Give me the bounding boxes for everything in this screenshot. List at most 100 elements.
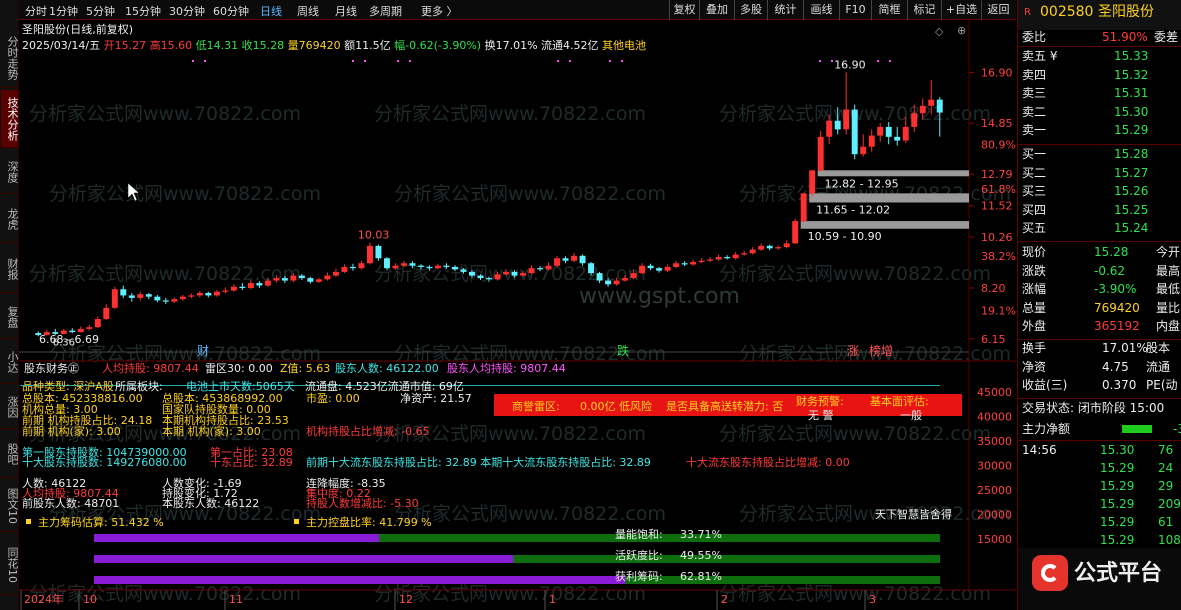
- period-tab-5[interactable]: 60分钟: [213, 3, 249, 19]
- candle-body: [936, 99, 943, 113]
- candle-body: [715, 257, 722, 260]
- tick-price: 15.29: [1100, 515, 1135, 529]
- indicator-text: 商誉雷区:: [512, 400, 560, 413]
- candle-body: [120, 289, 127, 296]
- indicator-text: 主力控盘比率: 41.799 %: [306, 516, 432, 529]
- toolbar-btn-3[interactable]: 统计: [767, 0, 803, 20]
- period-tab-7[interactable]: 周线: [297, 3, 319, 19]
- gap-band: [809, 193, 969, 203]
- sidebar-tab-2[interactable]: 深度: [1, 150, 19, 194]
- sidebar-tab-5[interactable]: 复盘: [1, 295, 19, 339]
- sidebar-tab-6[interactable]: 小达: [1, 340, 19, 384]
- stock-title: 圣阳股份(日线,前复权): [22, 23, 134, 36]
- toolbar-btn-8[interactable]: +自选: [941, 0, 981, 20]
- candle-body: [800, 193, 807, 222]
- bar-value: 33.71%: [680, 528, 722, 541]
- divider: [1018, 144, 1181, 145]
- watermark-text: 分析家公式网www.70822.com: [374, 583, 646, 605]
- period-tab-8[interactable]: 月线: [335, 3, 357, 19]
- event-marker: 榜增: [869, 343, 893, 358]
- quote-panel: R 002580 圣阳股份 委比 51.90% 委差 卖五 ¥ 15.33 卖四 15.32 卖三 1…: [1017, 0, 1181, 610]
- period-tab-0[interactable]: 分时: [25, 3, 47, 19]
- candle-body: [520, 273, 526, 276]
- candle-body: [511, 271, 518, 276]
- period-tab-10[interactable]: 更多 〉: [421, 3, 458, 19]
- toolbar-btn-0[interactable]: 复权: [669, 0, 699, 20]
- sidebar-tab-0[interactable]: 分时走势: [1, 28, 19, 88]
- sidebar-tab-4[interactable]: 财报: [1, 245, 19, 293]
- wb-value: 51.90%: [1102, 30, 1148, 44]
- period-tab-4[interactable]: 30分钟: [169, 3, 205, 19]
- candle-body: [103, 307, 110, 319]
- ask-price: 15.29: [1114, 123, 1149, 137]
- sidebar-tab-3[interactable]: 龙虎: [1, 195, 19, 243]
- candle-body: [605, 280, 612, 285]
- wc-label: 委差: [1154, 30, 1179, 44]
- stat-value: -3.90%: [1094, 282, 1137, 296]
- candle-body: [766, 245, 773, 249]
- candle-body: [196, 292, 203, 296]
- sidebar-tab-label: 深度: [6, 160, 19, 183]
- watermark-text: 分析家公式网www.70822.com: [29, 583, 301, 605]
- sidebar-tab-10[interactable]: 同花10: [1, 535, 19, 595]
- indicator-text: 前股东人数: 48701: [22, 497, 120, 510]
- bid-label: 买二: [1022, 165, 1047, 180]
- toolbar-btn-1[interactable]: 叠加: [699, 0, 734, 20]
- candle-body: [656, 268, 663, 271]
- chart-area[interactable]: 分析家公式网www.70822.com 分析家公式网www.70822.com 分析…: [19, 20, 1016, 610]
- toolbar-btn-9[interactable]: 返回: [981, 0, 1015, 20]
- candle-body: [809, 170, 816, 194]
- sidebar-tab-label: 财报: [6, 257, 19, 280]
- sidebar-tab-1[interactable]: 技术分析: [1, 90, 19, 148]
- indicator-text: Z值: 5.63: [280, 362, 331, 375]
- toolbar-btn-2[interactable]: 多股: [734, 0, 767, 20]
- sidebar-tab-9[interactable]: 图文10: [1, 480, 19, 532]
- period-toolbar: 分时 1分钟 5分钟 15分钟 30分钟 60分钟 日线 周线 月线 多周期 更多 〉 复权 叠加 多股统…: [19, 0, 1016, 20]
- candle-body: [749, 249, 756, 254]
- toolbar-btn-7[interactable]: 标记: [907, 0, 941, 20]
- indicator-text: 人均持股: 9807.44: [102, 362, 199, 375]
- chart-zoom-icon[interactable]: ⊕: [957, 24, 966, 37]
- stat-label: 净资: [1022, 359, 1047, 374]
- stat-label-right: 量比: [1156, 300, 1181, 315]
- lower-axis-label: 35000: [977, 435, 1012, 448]
- r-badge: R: [1024, 7, 1031, 18]
- watermark-text: 分析家公式网www.70822.com: [374, 103, 646, 125]
- candle-body: [145, 294, 152, 297]
- netflow-bar: [1122, 425, 1152, 433]
- period-tab-1[interactable]: 1分钟: [49, 3, 78, 19]
- stat-label: 现价: [1022, 245, 1047, 259]
- bid-price: 15.26: [1114, 184, 1149, 198]
- period-tab-2[interactable]: 5分钟: [86, 3, 115, 19]
- period-tab-9[interactable]: 多周期: [369, 3, 402, 19]
- site-watermark: www.gspt.com: [579, 284, 740, 309]
- period-tab-3[interactable]: 15分钟: [125, 3, 161, 19]
- indicator-text: 是否具备高送转潜力: 否: [666, 400, 784, 413]
- chart-settings-icon[interactable]: ◇: [935, 25, 943, 38]
- bar-fill: [94, 555, 514, 563]
- period-tab-6[interactable]: 日线: [260, 3, 282, 19]
- toolbar-btn-5[interactable]: F10: [839, 0, 871, 20]
- sidebar-tab-7[interactable]: 涨因: [1, 385, 19, 429]
- candle-body: [537, 268, 544, 270]
- signal-dot: [621, 60, 623, 62]
- stat-label: 涨幅: [1022, 282, 1047, 296]
- signal-dot: [569, 60, 571, 62]
- y-pct-label: 19.1%: [981, 304, 1016, 317]
- tick-price: 15.29: [1100, 533, 1135, 547]
- toolbar-btn-4[interactable]: 画线: [803, 0, 839, 20]
- gap-band: [800, 221, 969, 229]
- stat-label: 收益(三): [1022, 378, 1068, 392]
- tick-price: 15.29: [1100, 461, 1135, 475]
- y-tick-label: 14.85: [981, 117, 1013, 130]
- candle-body: [239, 286, 246, 288]
- toolbar-btn-6[interactable]: 简框: [871, 0, 907, 20]
- ohlc-info: 2025/03/14/五 开15.27 高15.60 低14.31 收15.28…: [22, 39, 647, 52]
- sidebar-tab-8[interactable]: 股吧: [1, 430, 19, 478]
- indicator-text: 净资产: 21.57: [400, 392, 472, 405]
- candle-body: [315, 279, 322, 282]
- indicator-text: 无 警: [808, 409, 834, 422]
- x-tick-label: 2: [721, 593, 728, 606]
- candle-body: [885, 126, 892, 137]
- candle-body: [503, 271, 509, 275]
